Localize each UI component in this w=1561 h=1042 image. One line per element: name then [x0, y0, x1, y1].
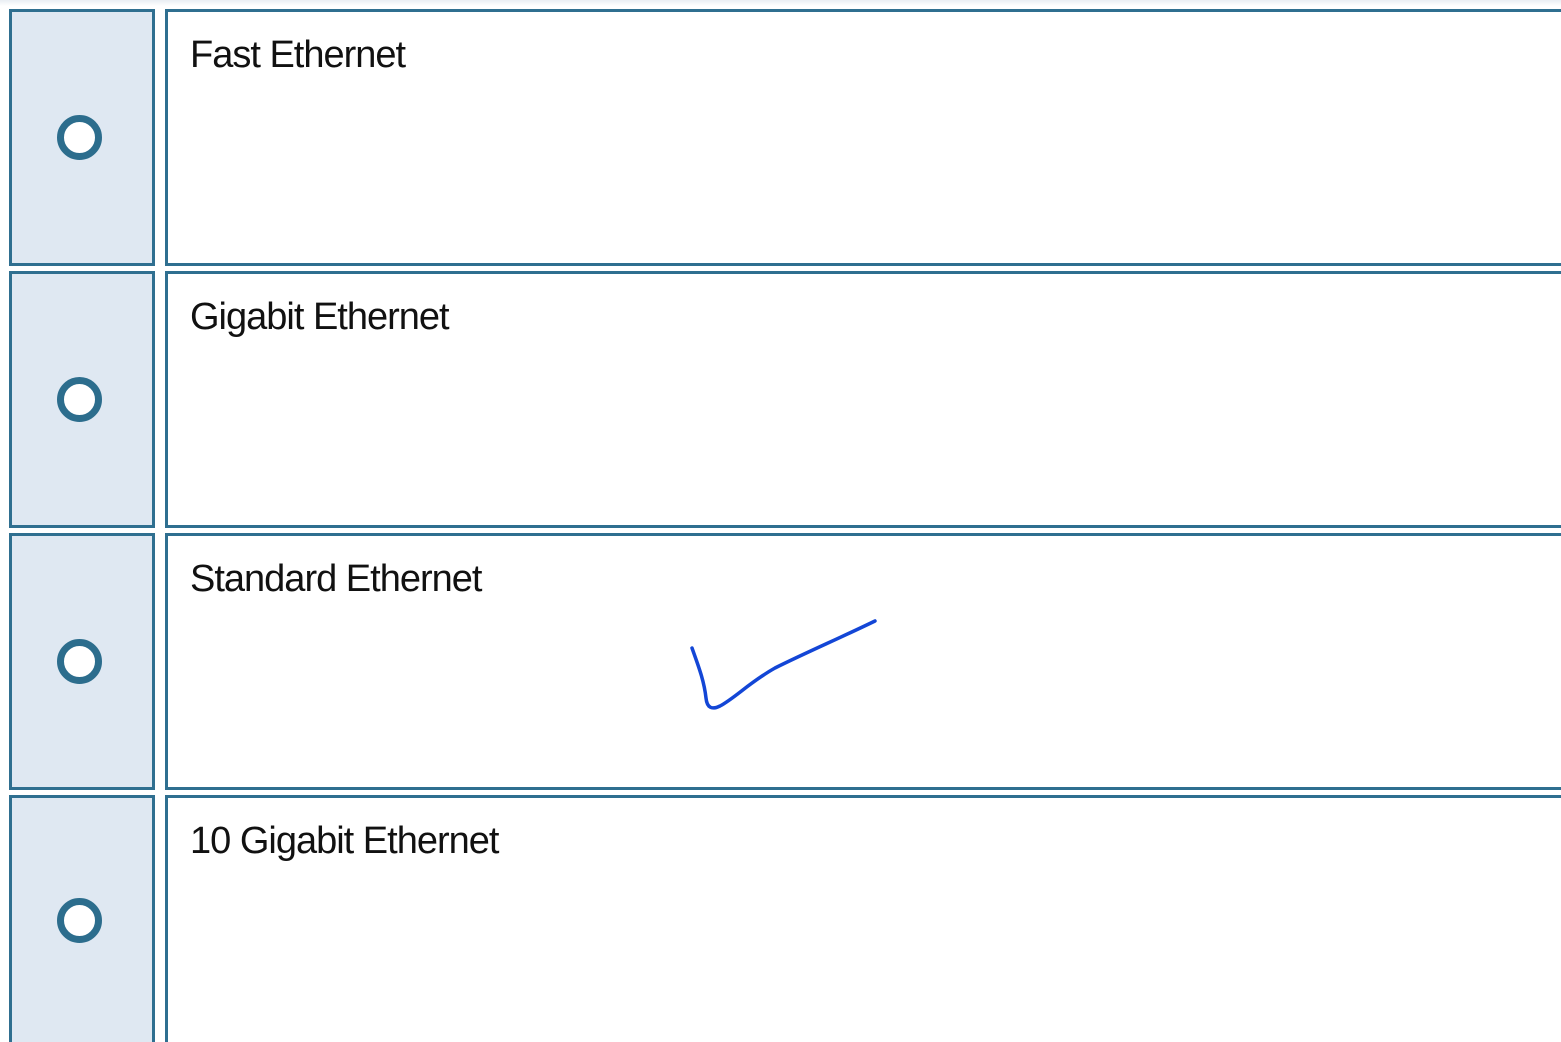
option-label: Gigabit Ethernet [190, 296, 450, 338]
option-row-10-gigabit-ethernet[interactable]: 10 Gigabit Ethernet [0, 795, 1561, 1042]
option-row-gigabit-ethernet[interactable]: Gigabit Ethernet [0, 271, 1561, 528]
top-edge [0, 0, 1561, 6]
answer-cell[interactable]: Gigabit Ethernet [165, 271, 1561, 528]
answer-options-list: Fast Ethernet Gigabit Ethernet Standard … [0, 0, 1561, 1042]
radio-button-standard-ethernet[interactable] [57, 638, 102, 684]
answer-cell[interactable]: 10 Gigabit Ethernet [165, 795, 1561, 1042]
radio-cell[interactable] [9, 795, 155, 1042]
option-label: Fast Ethernet [190, 34, 406, 76]
radio-button-fast-ethernet[interactable] [57, 114, 102, 160]
answer-cell[interactable]: Standard Ethernet [165, 533, 1561, 790]
answer-cell[interactable]: Fast Ethernet [165, 9, 1561, 266]
radio-button-gigabit-ethernet[interactable] [57, 376, 102, 422]
radio-button-10-gigabit-ethernet[interactable] [57, 898, 102, 943]
radio-cell[interactable] [9, 533, 155, 790]
radio-cell[interactable] [9, 9, 155, 266]
option-label: 10 Gigabit Ethernet [190, 820, 499, 862]
option-row-fast-ethernet[interactable]: Fast Ethernet [0, 9, 1561, 266]
option-row-standard-ethernet[interactable]: Standard Ethernet [0, 533, 1561, 790]
radio-cell[interactable] [9, 271, 155, 528]
option-label: Standard Ethernet [190, 558, 482, 600]
